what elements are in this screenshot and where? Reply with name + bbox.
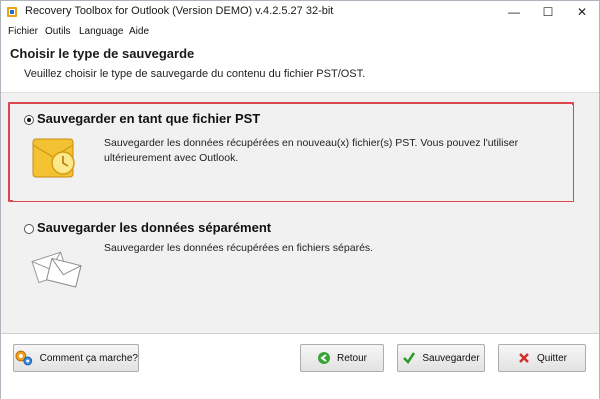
gears-icon — [15, 350, 33, 366]
menu-outils[interactable]: Outils — [45, 26, 71, 37]
close-icon: ✕ — [576, 5, 588, 19]
save-button-label: Sauvegarder — [422, 352, 480, 364]
back-button-label: Retour — [336, 352, 367, 364]
minimize-button[interactable]: — — [497, 1, 531, 23]
checkmark-icon — [403, 352, 416, 364]
page-subtitle: Veuillez choisir le type de sauvegarde d… — [24, 68, 366, 80]
page-header: Choisir le type de sauvegarde Veuillez c… — [1, 40, 599, 93]
option-save-separately[interactable]: Sauvegarder les données séparément Sauve… — [13, 214, 573, 310]
radio-save-separately[interactable] — [24, 224, 34, 234]
menu-language[interactable]: Language — [79, 26, 124, 37]
outlook-pst-icon — [32, 138, 75, 178]
menu-bar: Fichier Outils Language Aide — [1, 23, 599, 40]
menu-aide[interactable]: Aide — [129, 26, 149, 37]
maximize-icon: ☐ — [542, 5, 554, 19]
save-button[interactable]: Sauvegarder — [397, 344, 485, 372]
cross-icon — [519, 353, 529, 363]
option-description: Sauvegarder les données récupérées en fi… — [104, 242, 374, 254]
minimize-icon: — — [508, 5, 520, 19]
help-button[interactable]: Comment ça marche? — [13, 344, 139, 372]
app-window: Recovery Toolbox for Outlook (Version DE… — [0, 0, 600, 399]
options-panel: Sauvegarder en tant que fichier PST Sauv… — [1, 93, 599, 333]
maximize-button[interactable]: ☐ — [531, 1, 565, 23]
radio-save-pst[interactable] — [24, 115, 34, 125]
option-save-pst[interactable]: Sauvegarder en tant que fichier PST Sauv… — [13, 105, 573, 201]
option-title: Sauvegarder en tant que fichier PST — [37, 111, 261, 126]
option-description: Sauvegarder les données récupérées en no… — [104, 137, 519, 164]
back-arrow-icon — [317, 352, 330, 364]
app-icon — [7, 7, 17, 17]
footer-bar: Comment ça marche? Retour Sauvegarder Qu… — [1, 333, 599, 399]
page-title: Choisir le type de sauvegarde — [10, 46, 195, 61]
help-button-label: Comment ça marche? — [39, 352, 138, 364]
menu-fichier[interactable]: Fichier — [8, 26, 38, 37]
close-button[interactable]: ✕ — [565, 1, 599, 23]
option-title: Sauvegarder les données séparément — [37, 220, 272, 235]
back-button[interactable]: Retour — [300, 344, 384, 372]
window-title: Recovery Toolbox for Outlook (Version DE… — [25, 5, 334, 17]
quit-button[interactable]: Quitter — [498, 344, 586, 372]
envelopes-icon — [31, 251, 82, 288]
title-bar[interactable]: Recovery Toolbox for Outlook (Version DE… — [1, 1, 599, 23]
quit-button-label: Quitter — [536, 352, 567, 364]
